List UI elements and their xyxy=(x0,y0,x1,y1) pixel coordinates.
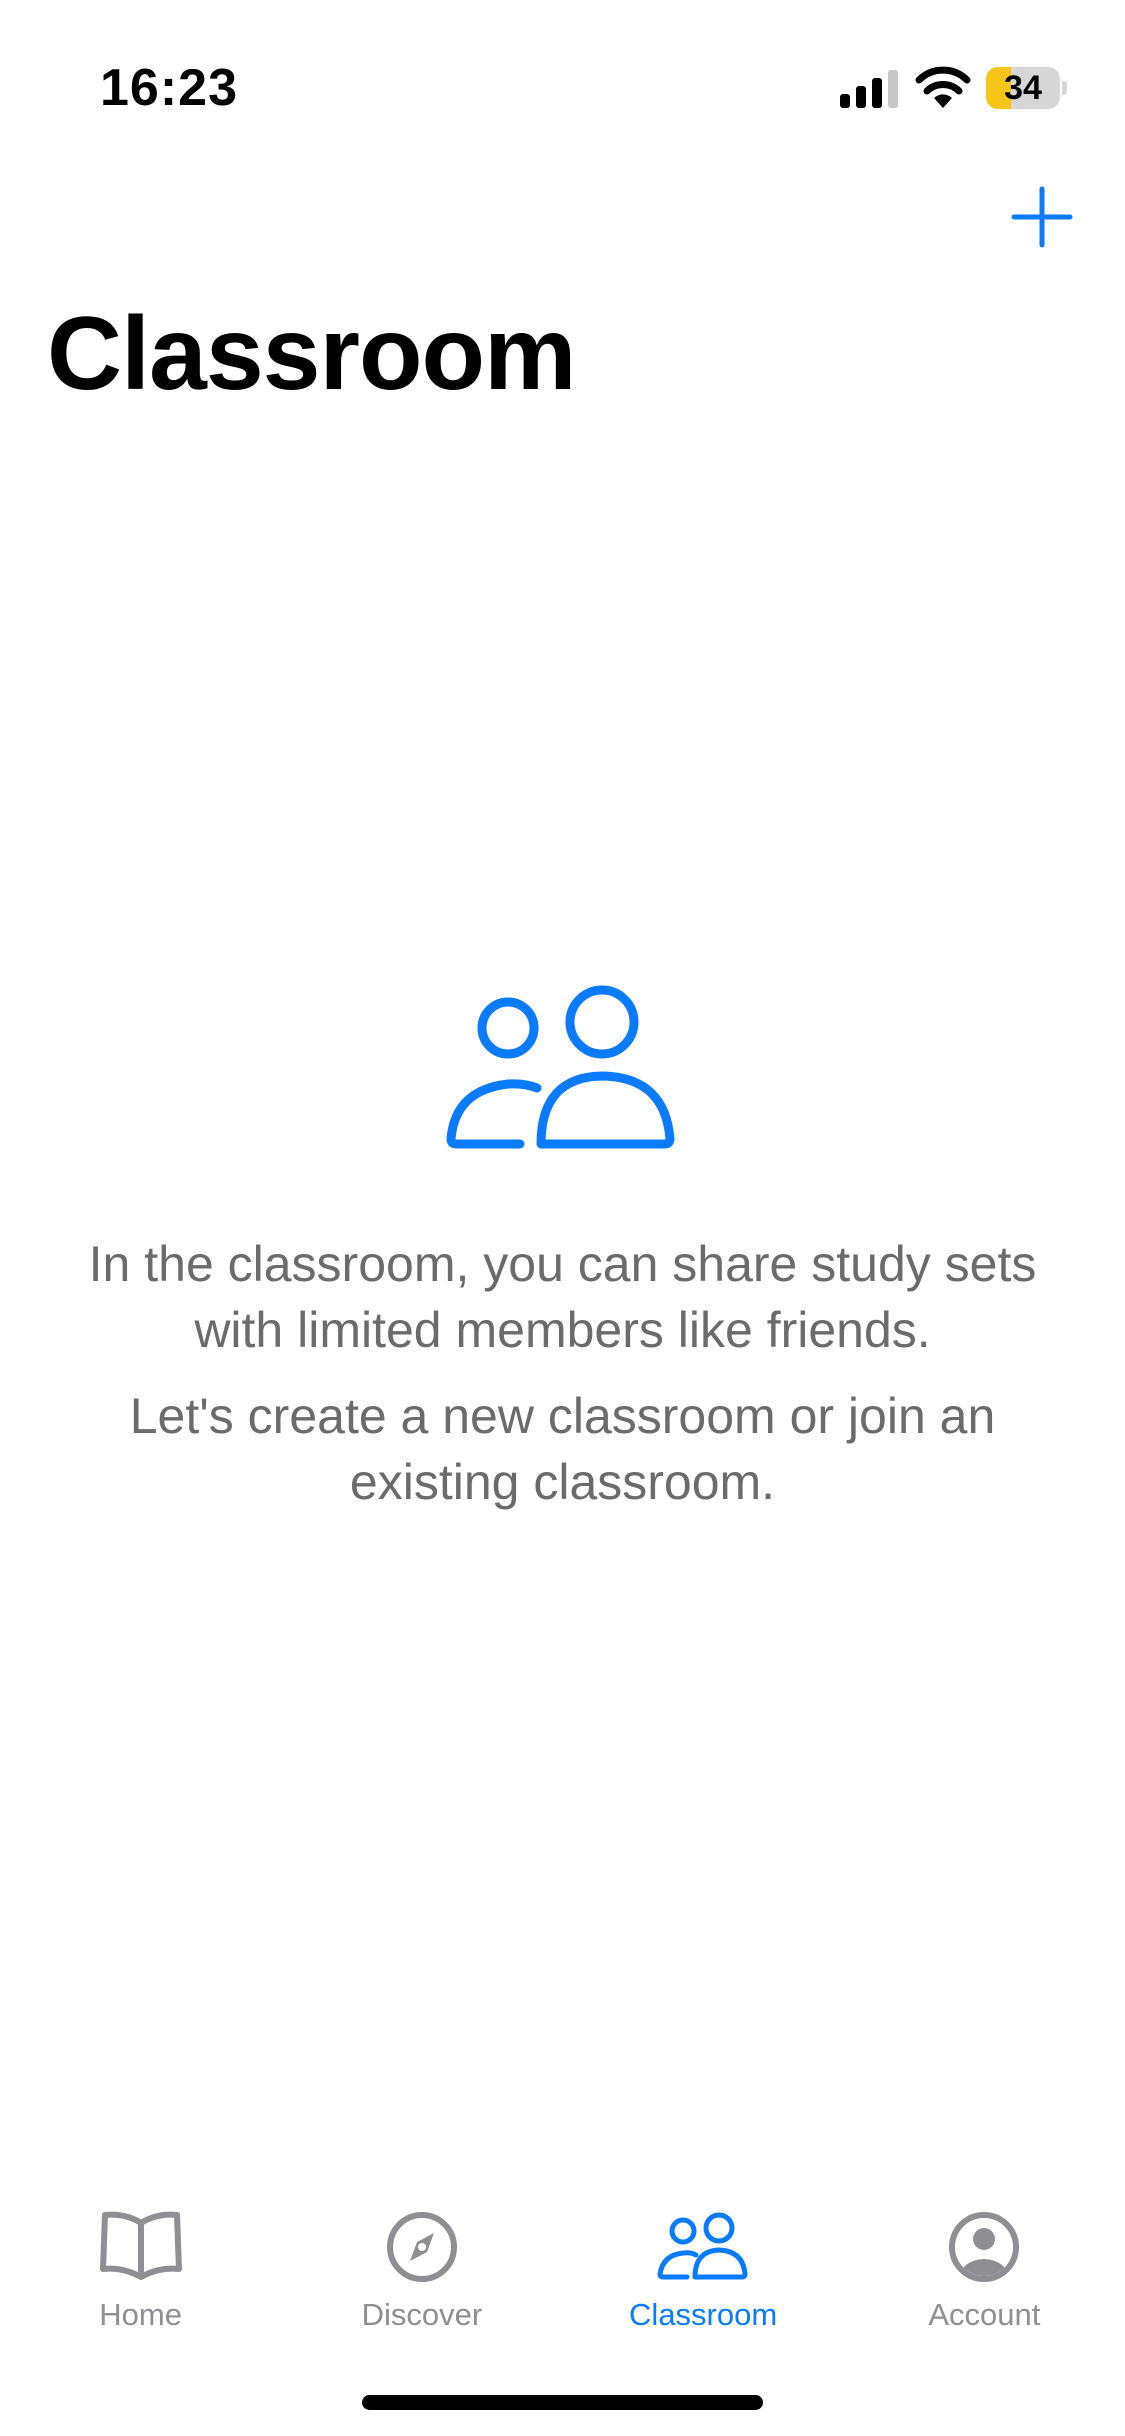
account-icon xyxy=(949,2212,1020,2282)
status-bar: 16:23 34 xyxy=(0,0,1125,140)
tab-home[interactable]: Home xyxy=(0,2185,281,2345)
add-classroom-button[interactable] xyxy=(1010,185,1074,249)
tab-discover-label: Discover xyxy=(361,2297,483,2332)
empty-state-message: In the classroom, you can share study se… xyxy=(83,1231,1043,1515)
classroom-screen: 16:23 34 Classroom In the classroom, you… xyxy=(0,0,1125,2436)
status-time: 16:23 xyxy=(100,59,238,117)
tab-bar: Home Discover Classroom Account xyxy=(0,2185,1125,2345)
people-icon xyxy=(657,2212,748,2280)
tab-account[interactable]: Account xyxy=(844,2185,1125,2345)
wifi-icon xyxy=(915,66,971,108)
people-icon xyxy=(446,985,674,1149)
tab-discover[interactable]: Discover xyxy=(281,2185,562,2345)
plus-icon xyxy=(1011,186,1073,248)
battery-icon: 34 xyxy=(986,67,1067,109)
book-icon xyxy=(99,2211,182,2280)
tab-classroom[interactable]: Classroom xyxy=(563,2185,844,2345)
compass-icon xyxy=(386,2212,457,2282)
empty-state-line-2: Let's create a new classroom or join an … xyxy=(129,1388,996,1510)
cellular-signal-icon xyxy=(840,70,898,108)
tab-account-label: Account xyxy=(928,2297,1041,2332)
battery-level: 34 xyxy=(1004,69,1042,107)
tab-home-label: Home xyxy=(99,2297,182,2332)
empty-state: In the classroom, you can share study se… xyxy=(0,985,1125,1535)
page-title: Classroom xyxy=(47,296,577,412)
home-indicator xyxy=(362,2395,763,2410)
empty-state-line-1: In the classroom, you can share study se… xyxy=(88,1236,1037,1358)
tab-classroom-label: Classroom xyxy=(629,2297,778,2332)
